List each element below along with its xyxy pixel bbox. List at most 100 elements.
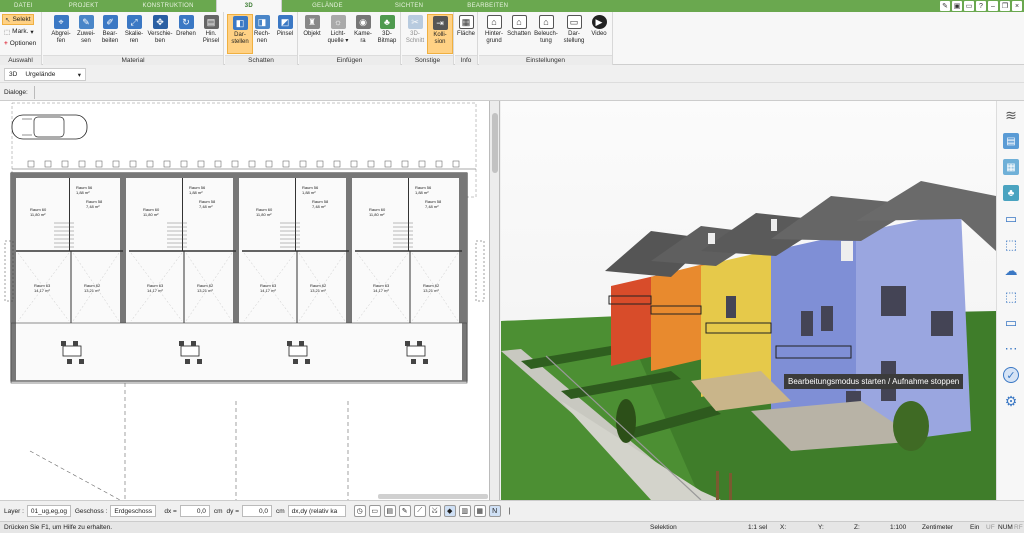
- kamera-button[interactable]: ◉ Kame- ra: [350, 14, 376, 54]
- beleuchtung-label: Beleuch- tung: [534, 31, 558, 44]
- print-icon[interactable]: ▤: [383, 505, 396, 517]
- bearbeiten-button[interactable]: ✐ Bear- beiten: [97, 14, 123, 54]
- pin-icon[interactable]: ✎: [940, 1, 950, 11]
- dialog-slot[interactable]: [34, 86, 35, 99]
- view-mode-select[interactable]: 3D Urgelände ▾: [4, 68, 86, 81]
- cursor-icon: ↖: [5, 16, 11, 24]
- room-area: 7,48 m²: [86, 204, 100, 209]
- ruler-icon[interactable]: ▭: [1003, 315, 1019, 331]
- bearbeiten-label: Bear- beiten: [101, 31, 119, 44]
- mark-button[interactable]: ⬚ Mark. ▾: [2, 26, 36, 37]
- plants-icon[interactable]: ♣: [1003, 185, 1019, 201]
- chevron-down-icon: ▾: [30, 28, 34, 36]
- layout-icon[interactable]: ▣: [952, 1, 962, 11]
- snap-line-icon[interactable]: ⟋: [413, 505, 426, 517]
- status-x: X:: [780, 524, 787, 531]
- hin-pinsel-button[interactable]: ▤ Hin. Pinsel: [198, 14, 224, 54]
- bottom-toolbar: Layer : 01_ug,eg,og Geschoss : Erdgescho…: [0, 500, 1024, 521]
- beleuchtung-button[interactable]: ⌂ Beleuch- tung: [533, 14, 559, 54]
- geschoss-select[interactable]: Erdgeschoss: [110, 505, 157, 517]
- grid-icon[interactable]: ▦: [473, 505, 486, 517]
- shadow-brush-icon: ◩: [277, 15, 293, 29]
- tab-projekt[interactable]: PROJEKT: [47, 0, 121, 12]
- paint-icon[interactable]: ✎: [398, 505, 411, 517]
- objekt-button[interactable]: ♜ Objekt: [299, 14, 325, 54]
- screen-icon[interactable]: ▭: [368, 505, 381, 517]
- tab-konstruktion[interactable]: KONSTRUKTION: [121, 0, 216, 12]
- video-button[interactable]: ▶ Video: [586, 14, 612, 54]
- layer-select[interactable]: 01_ug,eg,og: [26, 505, 71, 517]
- crop-icon[interactable]: ⬚: [1003, 289, 1019, 305]
- schatten-settings-button[interactable]: ⌂ Schatten: [506, 14, 532, 54]
- tab-3d[interactable]: 3D: [215, 0, 283, 12]
- dx-input[interactable]: 0,0: [179, 505, 210, 517]
- window-icon[interactable]: ▭: [964, 1, 974, 11]
- status-uf: UF: [986, 524, 995, 531]
- optionen-button[interactable]: + Optionen: [2, 38, 38, 49]
- cloud-icon[interactable]: ☁: [1003, 263, 1019, 279]
- help-icon[interactable]: ?: [976, 1, 986, 11]
- schnitt-3d-button[interactable]: ✂ 3D- Schnitt: [402, 14, 428, 54]
- snap-point-icon[interactable]: ⤩: [428, 505, 441, 517]
- view-select-value: Urgelände: [25, 71, 56, 78]
- abgreifen-button[interactable]: ⌖ Abgrei- fen: [48, 14, 74, 54]
- scrollbar-thumb[interactable]: [492, 113, 498, 173]
- pinsel-button[interactable]: ◩ Pinsel: [272, 14, 298, 54]
- tooltip: Bearbeitungsmodus starten / Aufnahme sto…: [784, 374, 964, 389]
- tab-datei[interactable]: DATEI: [0, 0, 47, 12]
- window-panel-icon[interactable]: ▭: [1003, 211, 1019, 227]
- 3d-view[interactable]: [501, 101, 996, 500]
- checkmark-circle-icon[interactable]: ✓: [1003, 367, 1019, 383]
- zuweisen-button[interactable]: ✎ Zuwei- sen: [73, 14, 99, 54]
- tab-sichten[interactable]: SICHTEN: [373, 0, 445, 12]
- more-icon[interactable]: ⋯: [1003, 341, 1019, 357]
- kollision-button[interactable]: ⇥ Kolli- sion: [427, 14, 453, 54]
- coordinate-mode-select[interactable]: dx,dy (relativ ka: [287, 505, 346, 517]
- pipe-icon[interactable]: |: [504, 505, 516, 517]
- floor-plan-view[interactable]: Raum 56 1,88 m² Raum 58 7,48 m² Raum 60 11,80…: [0, 101, 490, 500]
- minimize-button[interactable]: –: [988, 1, 998, 11]
- lichtquelle-button[interactable]: ☼ Licht- quelle ▾: [325, 14, 351, 54]
- group-info: ▦ Fläche Info: [455, 12, 478, 65]
- selection-frame-icon[interactable]: ⬚: [1003, 237, 1019, 253]
- gear-icon[interactable]: ⚙: [1003, 393, 1019, 409]
- dialoge-label: Dialoge:: [4, 89, 28, 96]
- restore-button[interactable]: ❐: [1000, 1, 1010, 11]
- n-toggle-icon[interactable]: N: [488, 505, 501, 517]
- view-mode-label: 3D: [9, 71, 18, 78]
- verschieben-button[interactable]: ✥ Verschie- ben: [147, 14, 173, 54]
- catalog-icon[interactable]: ▤: [1003, 133, 1019, 149]
- mark-label: Mark.: [12, 28, 29, 35]
- skalieren-button[interactable]: ⤢ Skalie- ren: [121, 14, 147, 54]
- plus-icon: +: [4, 40, 8, 47]
- group-label-einstellungen: Einstellungen: [479, 55, 612, 65]
- pinsel-label: Pinsel: [276, 31, 294, 37]
- status-z: Z:: [854, 524, 860, 531]
- room-area: 11,80 m²: [256, 212, 272, 217]
- plan-horizontal-scrollbar[interactable]: [378, 494, 488, 499]
- tab-bearbeiten[interactable]: BEARBEITEN: [445, 0, 530, 12]
- calc-cube-icon: ◨: [254, 15, 270, 29]
- hintergrund-button[interactable]: ⌂ Hinter- grund: [481, 14, 507, 54]
- zuweisen-label: Zuwei- sen: [76, 31, 95, 44]
- selekt-button[interactable]: ↖ Selekt: [2, 14, 34, 25]
- plan-vertical-scrollbar[interactable]: [490, 101, 500, 500]
- drehen-button[interactable]: ↻ Drehen: [173, 14, 199, 54]
- layers-icon[interactable]: ≋: [1003, 107, 1019, 123]
- flaeche-button[interactable]: ▦ Fläche: [453, 14, 479, 54]
- tab-gelaende[interactable]: GELÄNDE: [282, 0, 373, 12]
- darstellung-button[interactable]: ▭ Dar- stellung: [561, 14, 587, 54]
- ribbon-tabbar: DATEI PROJEKT KONSTRUKTION 3D GELÄNDE SI…: [0, 0, 1024, 12]
- sheet-icon[interactable]: ▥: [458, 505, 471, 517]
- materials-icon[interactable]: ▦: [1003, 159, 1019, 175]
- dy-input[interactable]: 0,0: [242, 505, 272, 517]
- dialog-toolbar: Dialoge:: [0, 84, 1024, 101]
- floor-plan-drawing: Raum 561,88 m²Raum 587,48 m²Raum 6011,80…: [4, 102, 485, 500]
- section-icon: ✂: [407, 15, 423, 29]
- bitmap-3d-button[interactable]: ♣ 3D- Bitmap: [374, 14, 400, 54]
- layers-toggle-icon[interactable]: ◆: [443, 505, 456, 517]
- group-label-material: Material: [43, 55, 223, 65]
- close-button[interactable]: ×: [1012, 1, 1022, 11]
- status-mode: Selektion: [650, 524, 677, 531]
- clock-icon[interactable]: ◷: [353, 505, 366, 517]
